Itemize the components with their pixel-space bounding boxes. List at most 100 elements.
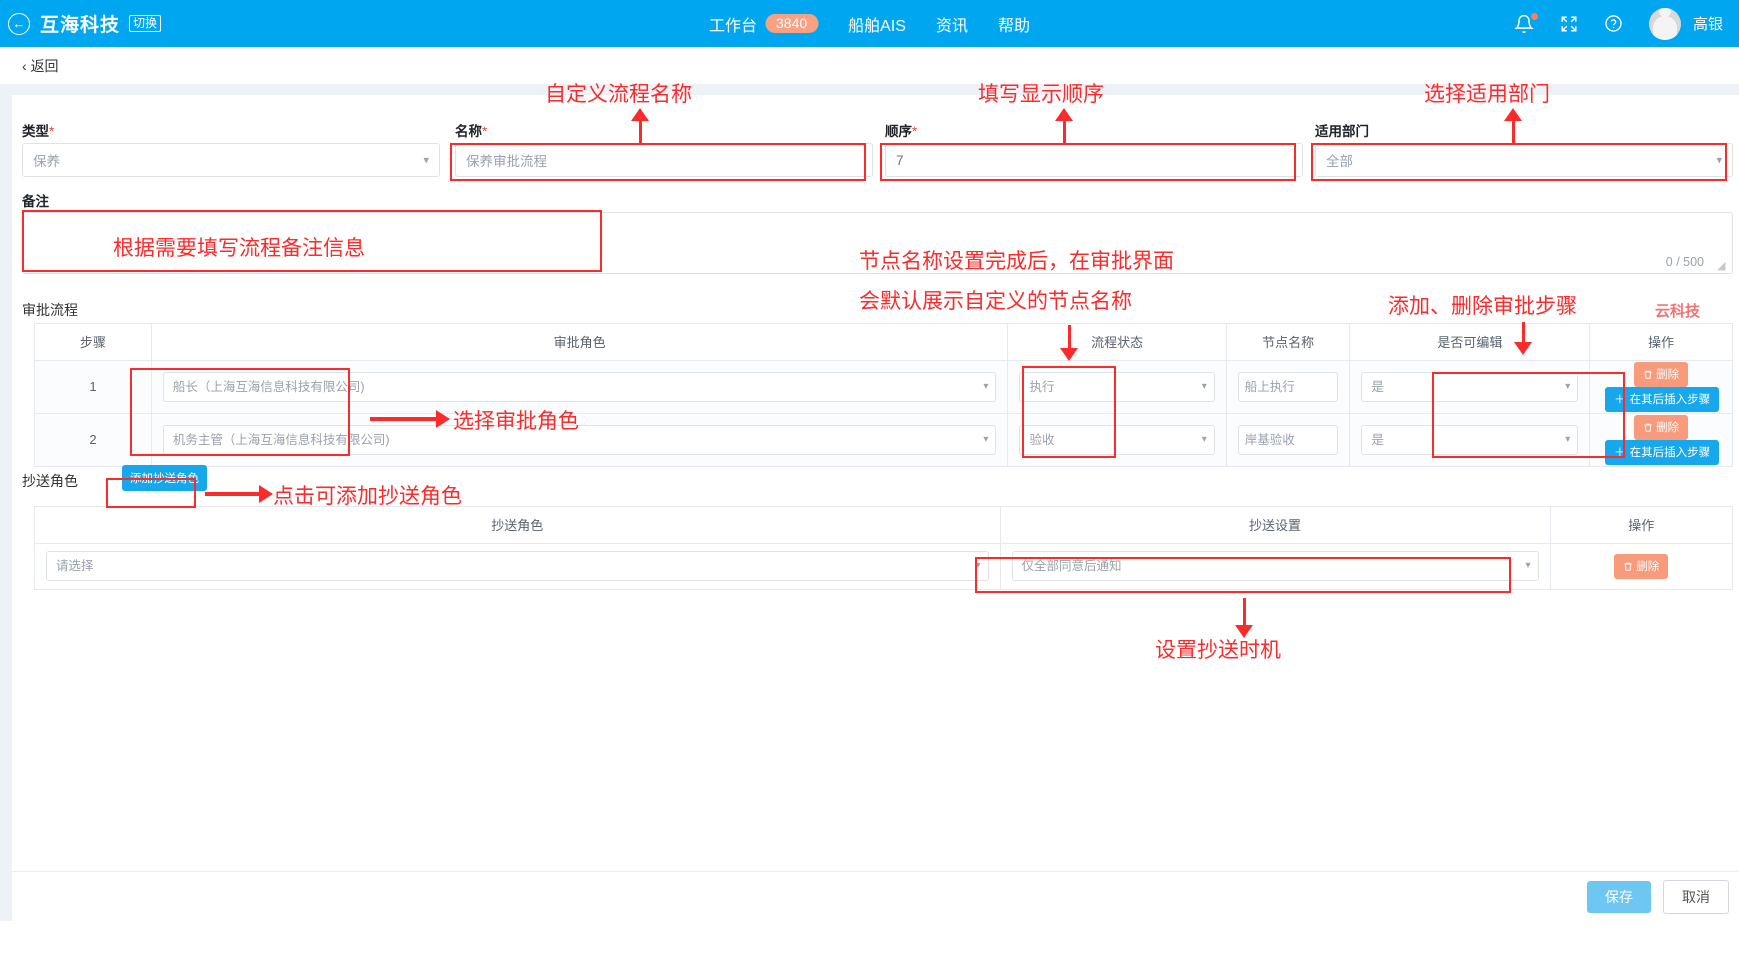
- name-required-mark: *: [482, 124, 488, 139]
- cc-role-select[interactable]: 请选择 ▾: [46, 551, 989, 582]
- cell-cc-role: 请选择 ▾: [35, 543, 1001, 589]
- approval-role-select-1[interactable]: 船长（上海互海信息科技有限公司) ▾: [162, 371, 997, 402]
- annotation-arrow-head: [436, 410, 450, 428]
- chevron-down-icon: ▾: [1201, 380, 1207, 392]
- cell-status-2: 验收 ▾: [1007, 413, 1227, 466]
- remark-char-counter: 0 / 500: [1665, 255, 1704, 269]
- annotation-arrow-head: [1514, 342, 1532, 355]
- annotation-arrow-head: [1060, 348, 1078, 361]
- type-select[interactable]: 保养 ▾: [22, 143, 440, 177]
- annotation-select-role: 选择审批角色: [453, 409, 579, 433]
- nav-item-ais[interactable]: 船舶AIS: [848, 12, 906, 36]
- top-right-tools: 高银: [1514, 0, 1723, 47]
- name-label: 名称*: [455, 120, 487, 140]
- chevron-down-icon: ▾: [975, 560, 981, 572]
- cc-role-value: 请选择: [56, 559, 94, 574]
- watermark-text: 云科技: [1655, 303, 1701, 320]
- nav-item-help-label: 帮助: [997, 17, 1030, 35]
- chevron-down-icon: ▾: [983, 380, 989, 392]
- editable-select-1[interactable]: 是 ▾: [1361, 371, 1579, 402]
- cancel-button[interactable]: 取消: [1663, 879, 1729, 914]
- cell-editable-2: 是 ▾: [1349, 413, 1591, 466]
- table-row: 请选择 ▾ 仅全部同意后通知 ▾ 删除: [35, 543, 1732, 589]
- delete-step-label-1: 删除: [1656, 369, 1680, 381]
- annotation-node-hint-line2: 会默认展示自定义的节点名称: [859, 289, 1132, 313]
- order-label: 顺序*: [885, 120, 917, 140]
- editable-value-2: 是: [1371, 432, 1384, 447]
- name-input[interactable]: 保养审批流程: [455, 143, 873, 177]
- cell-step-2: 2: [35, 413, 152, 466]
- header-cc-setting: 抄送设置: [1000, 507, 1551, 544]
- chevron-down-icon: ▾: [1565, 380, 1571, 392]
- question-circle-icon[interactable]: [1604, 14, 1623, 33]
- nav-item-help[interactable]: 帮助: [998, 12, 1030, 36]
- department-select[interactable]: 全部 ▾: [1315, 143, 1733, 177]
- type-label-text: 类型: [22, 124, 49, 139]
- insert-step-button-1[interactable]: ＋ 在其后插入步骤: [1605, 386, 1720, 412]
- chevron-left-icon: ‹: [22, 57, 27, 74]
- fullscreen-icon[interactable]: [1560, 15, 1578, 33]
- chevron-down-icon: ▾: [1201, 433, 1207, 445]
- workbench-count-badge: 3840: [765, 14, 819, 33]
- delete-cc-label: 删除: [1636, 561, 1660, 574]
- annotation-arrow-shaft: [1063, 118, 1066, 144]
- editable-select-2[interactable]: 是 ▾: [1361, 424, 1579, 455]
- nav-item-news[interactable]: 资讯: [936, 12, 968, 36]
- annotation-arrow-head: [259, 485, 273, 503]
- annotation-arrow-shaft: [370, 417, 438, 421]
- header-editable: 是否可编辑: [1349, 324, 1591, 361]
- back-link[interactable]: ‹ 返回: [22, 56, 59, 76]
- annotation-arrow-head: [631, 108, 649, 121]
- back-arrow-circle-icon[interactable]: ←: [8, 12, 30, 35]
- department-select-value: 全部: [1326, 154, 1353, 169]
- top-navigation-bar: ← 互海科技 切换 工作台 3840 船舶AIS 资讯 帮助 高银: [0, 0, 1739, 47]
- cell-role-1: 船长（上海互海信息科技有限公司) ▾: [151, 360, 1009, 414]
- node-name-input-1[interactable]: 船上执行: [1237, 371, 1339, 402]
- department-label-text: 适用部门: [1315, 124, 1369, 139]
- type-label: 类型*: [22, 120, 54, 140]
- header-role: 审批角色: [151, 324, 1009, 361]
- switch-button[interactable]: 切换: [129, 15, 162, 32]
- annotation-arrow-shaft: [1512, 118, 1515, 144]
- remark-label-text: 备注: [22, 194, 49, 209]
- delete-step-button-1[interactable]: 删除: [1634, 361, 1689, 387]
- flow-status-select-1[interactable]: 执行 ▾: [1019, 371, 1215, 402]
- nav-item-workbench[interactable]: 工作台 3840: [709, 12, 819, 36]
- name-label-text: 名称: [455, 124, 482, 139]
- delete-step-label-2: 删除: [1656, 422, 1680, 434]
- brand-area: ← 互海科技 切换: [0, 10, 162, 37]
- add-cc-role-button[interactable]: 添加抄送角色: [122, 465, 207, 491]
- name-input-value: 保养审批流程: [466, 154, 547, 169]
- save-button[interactable]: 保存: [1587, 880, 1651, 913]
- flow-status-select-2[interactable]: 验收 ▾: [1019, 424, 1215, 455]
- cell-node-1: 船上执行: [1226, 360, 1351, 414]
- delete-step-button-2[interactable]: 删除: [1634, 414, 1689, 440]
- order-input[interactable]: 7: [885, 143, 1303, 177]
- username-label: 高银: [1692, 16, 1723, 33]
- order-required-mark: *: [912, 124, 918, 139]
- cc-setting-select[interactable]: 仅全部同意后通知 ▾: [1011, 551, 1539, 582]
- approval-role-select-2[interactable]: 机务主管（上海互海信息科技有限公司) ▾: [162, 424, 997, 455]
- node-name-input-2[interactable]: 岸基验收: [1237, 424, 1339, 455]
- chevron-down-icon: ▾: [983, 433, 989, 445]
- chevron-down-icon: ▾: [1716, 154, 1722, 167]
- header-operation: 操作: [1589, 324, 1732, 361]
- user-avatar-icon[interactable]: [1648, 7, 1681, 40]
- nav-item-news-label: 资讯: [935, 17, 968, 35]
- plus-icon: ＋: [1614, 394, 1626, 406]
- annotation-arrow-head: [1055, 108, 1073, 121]
- annotation-fill-order: 填写显示顺序: [978, 82, 1104, 106]
- cell-cc-setting: 仅全部同意后通知 ▾: [1000, 543, 1551, 589]
- cell-status-1: 执行 ▾: [1007, 360, 1227, 414]
- cell-operation-2: 删除 ＋ 在其后插入步骤: [1589, 413, 1732, 466]
- insert-step-label-1: 在其后插入步骤: [1629, 394, 1711, 406]
- delete-cc-button[interactable]: 删除: [1614, 553, 1669, 579]
- cell-node-2: 岸基验收: [1226, 413, 1351, 466]
- notification-dot-icon: [1530, 12, 1538, 20]
- table-row: 2 机务主管（上海互海信息科技有限公司) ▾ 验收 ▾ 岸基验收 是 ▾ 删除 …: [35, 413, 1732, 466]
- bell-icon[interactable]: [1514, 12, 1538, 34]
- resize-grip-icon[interactable]: ◢: [1717, 259, 1729, 272]
- annotation-set-cc-timing: 设置抄送时机: [1155, 638, 1281, 662]
- insert-step-button-2[interactable]: ＋ 在其后插入步骤: [1605, 439, 1720, 465]
- annotation-arrow-shaft: [1068, 325, 1071, 350]
